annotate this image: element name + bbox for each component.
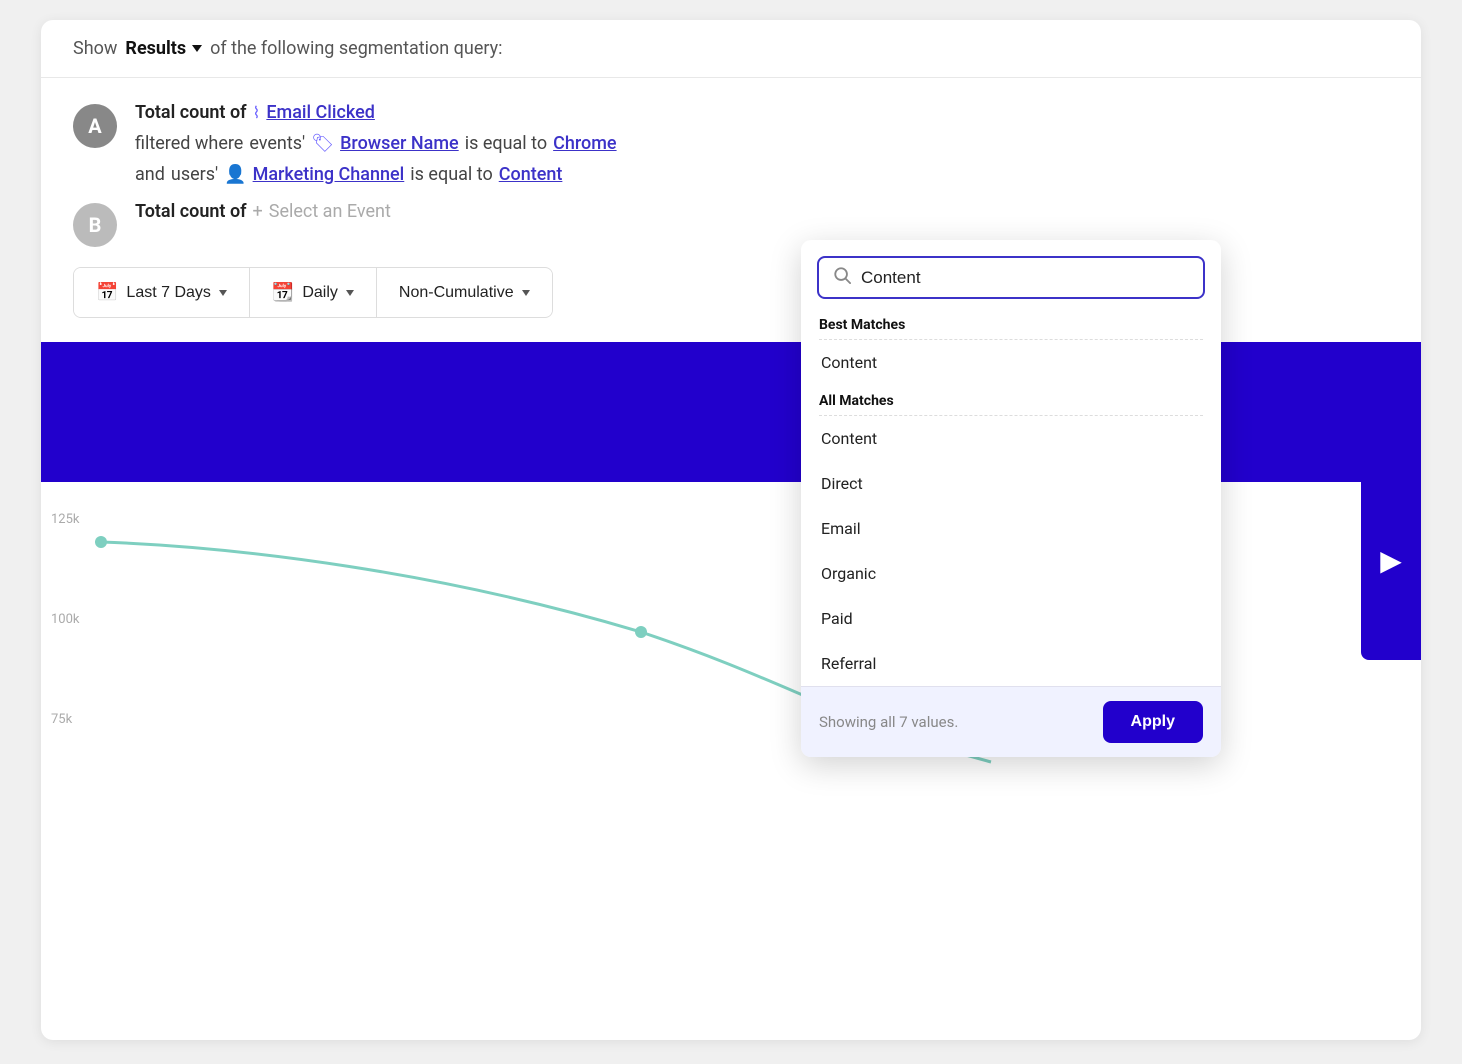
dropdown-overlay: Best Matches Content All Matches Content…: [801, 240, 1221, 757]
date-chevron-icon: [219, 290, 227, 296]
select-event-label: Select an Event: [269, 201, 391, 222]
header-bar: Show Results of the following segmentati…: [41, 20, 1421, 78]
header-rest-label: of the following segmentation query:: [210, 38, 502, 59]
tag-icon: 🏷: [311, 133, 334, 154]
results-dropdown[interactable]: Results: [125, 38, 202, 59]
date-filter-label: Last 7 Days: [126, 284, 210, 302]
query-line-a1: Total count of ⌇ Email Clicked: [135, 102, 617, 123]
query-lines-a: Total count of ⌇ Email Clicked filtered …: [135, 102, 617, 185]
dropdown-item-best-content[interactable]: Content: [801, 340, 1221, 385]
and-label: and: [135, 164, 165, 185]
mode-chevron-icon: [522, 290, 530, 296]
results-chevron-icon: [192, 45, 202, 52]
event-icon-a: ⌇: [253, 103, 261, 122]
query-line-a2: filtered where events' 🏷 Browser Name is…: [135, 133, 617, 154]
blue-side-panel[interactable]: ▶: [1361, 460, 1421, 660]
property2-name[interactable]: Marketing Channel: [253, 164, 405, 185]
filter-bar: 📅 Last 7 Days 📆 Daily Non-Cumulative: [73, 267, 553, 318]
main-container: Show Results of the following segmentati…: [41, 20, 1421, 1040]
show-label: Show: [73, 38, 117, 59]
user-icon: 👤: [224, 164, 246, 185]
dropdown-item-organic[interactable]: Organic: [801, 551, 1221, 596]
panel-icon: ▶: [1380, 544, 1402, 577]
query-line-a3: and users' 👤 Marketing Channel is equal …: [135, 164, 617, 185]
results-label: Results: [125, 38, 186, 59]
dropdown-item-content[interactable]: Content: [801, 416, 1221, 461]
dropdown-search-box: [817, 256, 1205, 299]
events-label: events': [249, 133, 305, 154]
chart-dot-1: [95, 536, 107, 548]
is-equal-to-1: is equal to: [465, 133, 547, 154]
mode-filter-button[interactable]: Non-Cumulative: [377, 270, 552, 316]
badge-a: A: [73, 104, 117, 148]
value1[interactable]: Chrome: [553, 133, 616, 154]
query-lines-b: Total count of + Select an Event: [135, 201, 391, 222]
dropdown-footer: Showing all 7 values. Apply: [801, 686, 1221, 757]
total-count-label-b: Total count of: [135, 201, 247, 222]
value2[interactable]: Content: [499, 164, 563, 185]
apply-button[interactable]: Apply: [1103, 701, 1203, 743]
badge-b: B: [73, 203, 117, 247]
query-line-b1: Total count of + Select an Event: [135, 201, 391, 222]
interval-icon: 📆: [272, 282, 294, 303]
footer-count-label: Showing all 7 values.: [819, 713, 958, 731]
dropdown-item-email[interactable]: Email: [801, 506, 1221, 551]
dropdown-item-paid[interactable]: Paid: [801, 596, 1221, 641]
total-count-label-a: Total count of: [135, 102, 247, 123]
all-matches-label: All Matches: [801, 385, 1221, 415]
search-input[interactable]: [861, 268, 1189, 288]
date-filter-button[interactable]: 📅 Last 7 Days: [74, 268, 250, 317]
query-row-a: A Total count of ⌇ Email Clicked filtere…: [73, 102, 1389, 185]
is-equal-to-2: is equal to: [410, 164, 492, 185]
dropdown-item-direct[interactable]: Direct: [801, 461, 1221, 506]
interval-chevron-icon: [346, 290, 354, 296]
interval-filter-label: Daily: [302, 284, 338, 302]
best-matches-label: Best Matches: [801, 309, 1221, 339]
filtered-where-label: filtered where: [135, 133, 243, 154]
mode-filter-label: Non-Cumulative: [399, 284, 514, 302]
dropdown-search-wrapper: [801, 240, 1221, 309]
interval-filter-button[interactable]: 📆 Daily: [250, 268, 377, 317]
search-icon: [833, 266, 851, 289]
event-name-a[interactable]: Email Clicked: [266, 102, 375, 123]
dropdown-item-referral[interactable]: Referral: [801, 641, 1221, 686]
users-label: users': [171, 164, 218, 185]
add-event-button[interactable]: + Select an Event: [253, 201, 391, 222]
calendar-icon: 📅: [96, 282, 118, 303]
plus-icon: +: [253, 201, 263, 222]
chart-dot-2: [635, 626, 647, 638]
property1-name[interactable]: Browser Name: [340, 133, 459, 154]
